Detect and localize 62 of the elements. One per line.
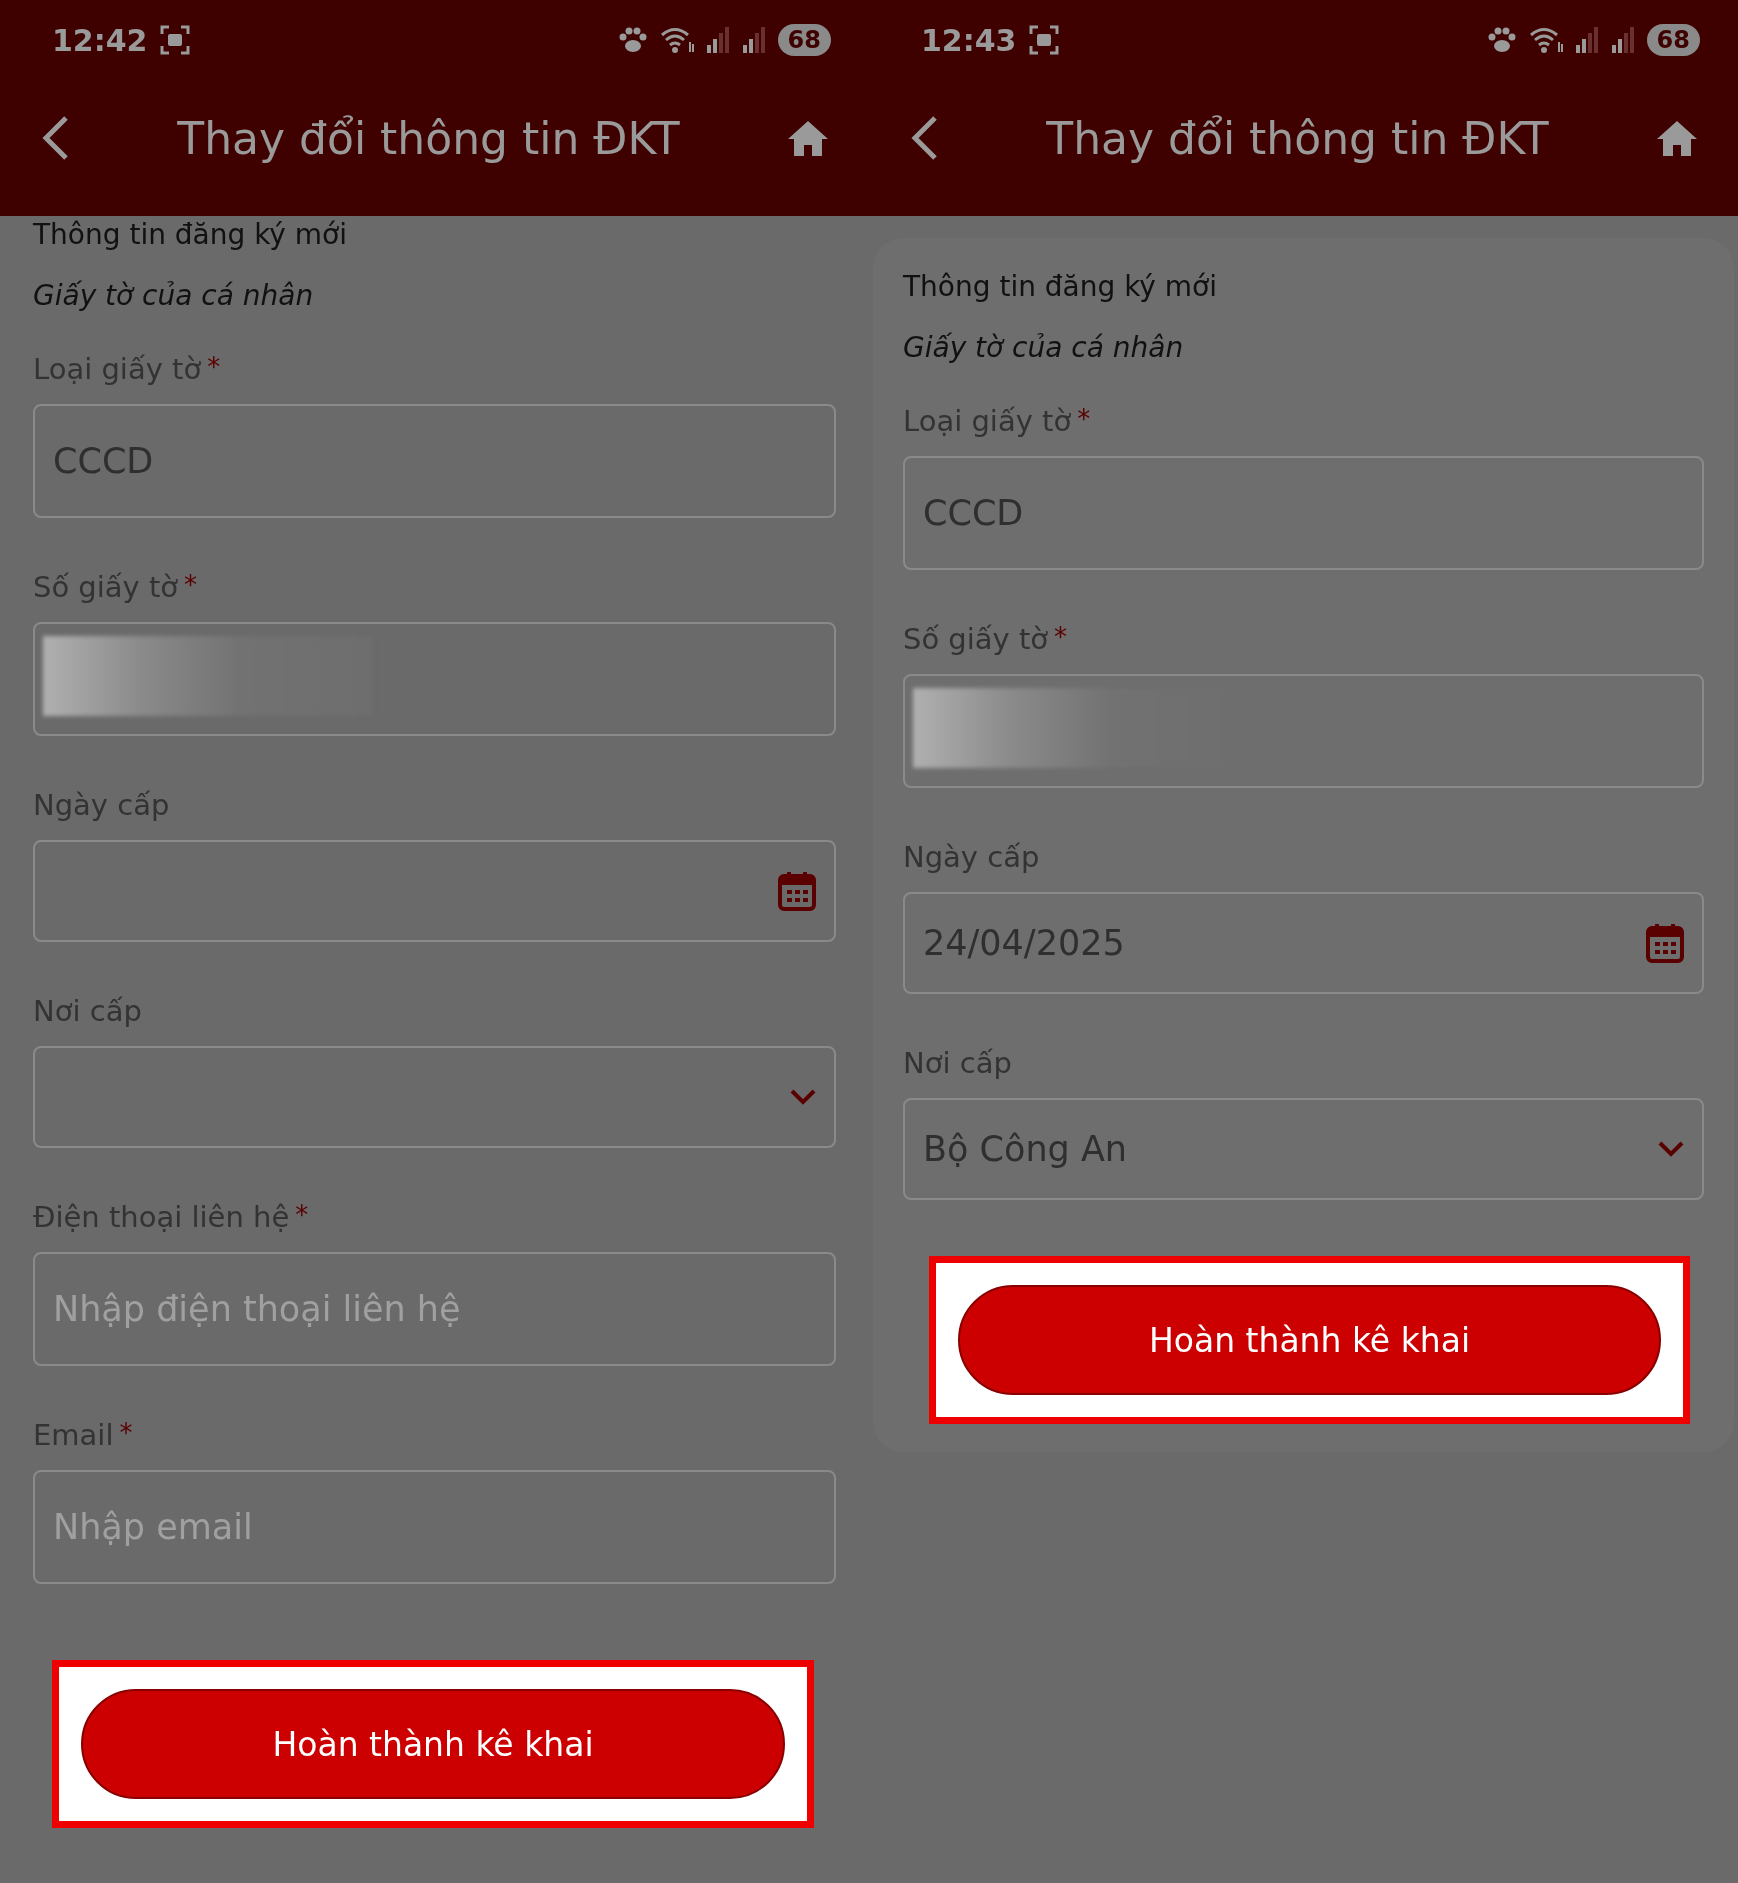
field-label: Điện thoại liên hệ <box>33 1200 290 1234</box>
status-time: 12:42 <box>52 22 148 58</box>
submit-button[interactable]: Hoàn thành kê khai <box>81 1689 785 1799</box>
input-field[interactable] <box>903 674 1704 788</box>
back-icon <box>909 115 939 161</box>
wifi-icon <box>659 26 694 54</box>
field-value: CCCD <box>923 493 1025 533</box>
section-title: Thông tin đăng ký mới <box>903 270 1219 303</box>
home-icon <box>787 119 829 157</box>
input-field[interactable] <box>33 622 836 736</box>
field-label: Nơi cấp <box>903 1046 1012 1080</box>
field-value: Bộ Công An <box>923 1129 1129 1169</box>
field-label: Số giấy tờ <box>33 570 179 604</box>
required-mark: * <box>1077 404 1091 434</box>
required-mark: * <box>207 352 221 382</box>
home-button[interactable] <box>1656 119 1698 157</box>
status-time: 12:43 <box>921 22 1017 58</box>
chevron-down-icon <box>790 1089 816 1105</box>
input-field[interactable]: CCCD <box>903 456 1704 570</box>
wifi-icon <box>1528 26 1563 54</box>
field-label: Số giấy tờ <box>903 622 1049 656</box>
home-icon <box>1656 119 1698 157</box>
field-label: Nơi cấp <box>33 994 142 1028</box>
field-label: Ngày cấp <box>903 840 1040 874</box>
paw-icon <box>617 27 648 53</box>
screenshot-icon <box>1028 25 1059 55</box>
field-label: Ngày cấp <box>33 788 170 822</box>
field-label: Loại giấy tờ <box>903 404 1072 438</box>
screenshot-icon <box>159 25 190 55</box>
date-field[interactable]: 24/04/2025 <box>903 892 1704 994</box>
section-subtitle: Giấy tờ của cá nhân <box>903 331 1185 364</box>
dropdown-field[interactable] <box>33 1046 836 1148</box>
submit-button[interactable]: Hoàn thành kê khai <box>958 1285 1661 1395</box>
section-title: Thông tin đăng ký mới <box>33 218 349 251</box>
back-icon <box>40 115 70 161</box>
required-mark: * <box>119 1418 133 1448</box>
section-subtitle: Giấy tờ của cá nhân <box>33 279 315 312</box>
required-mark: * <box>184 570 198 600</box>
signal-icon <box>741 27 766 53</box>
screen-title: Thay đổi thông tin ĐKT <box>176 112 681 164</box>
chevron-down-icon <box>1658 1141 1684 1157</box>
screen-title: Thay đổi thông tin ĐKT <box>1045 112 1550 164</box>
required-mark: * <box>295 1200 309 1230</box>
back-button[interactable] <box>40 115 70 161</box>
field-label: Loại giấy tờ <box>33 352 202 386</box>
back-button[interactable] <box>909 115 939 161</box>
field-value: CCCD <box>53 441 155 481</box>
calendar-icon <box>1646 923 1684 963</box>
calendar-icon <box>778 871 816 911</box>
dropdown-field[interactable]: Bộ Công An <box>903 1098 1704 1200</box>
battery-level: 68 <box>777 24 831 56</box>
field-value: 24/04/2025 <box>923 923 1126 963</box>
signal-icon <box>1574 27 1599 53</box>
battery-level: 68 <box>1646 24 1700 56</box>
field-label: Email <box>33 1418 114 1452</box>
paw-icon <box>1486 27 1517 53</box>
input-field[interactable]: CCCD <box>33 404 836 518</box>
signal-icon <box>1610 27 1635 53</box>
home-button[interactable] <box>787 119 829 157</box>
signal-icon <box>705 27 730 53</box>
date-field[interactable] <box>33 840 836 942</box>
required-mark: * <box>1054 622 1068 652</box>
